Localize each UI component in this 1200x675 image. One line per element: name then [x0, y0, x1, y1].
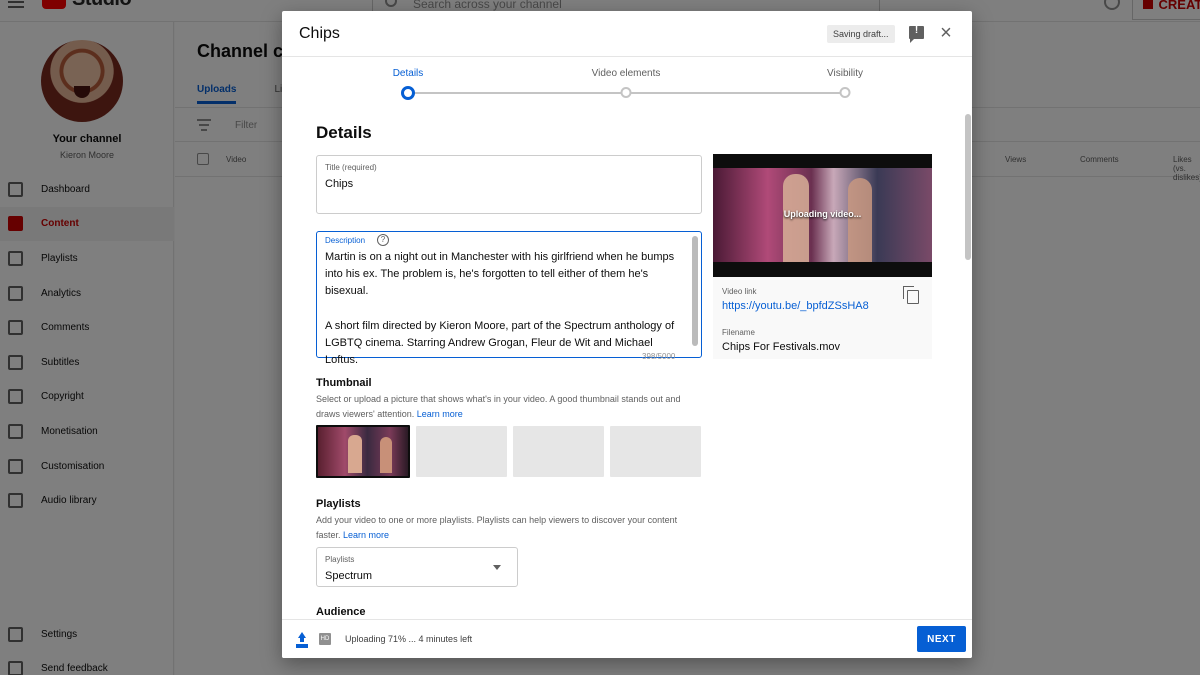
thumbnail-option-placeholder[interactable] — [513, 426, 604, 477]
thumbnail-option-placeholder[interactable] — [416, 426, 507, 477]
playlists-learn-more-link[interactable]: Learn more — [343, 530, 389, 540]
step-video-elements-label[interactable]: Video elements — [592, 68, 661, 79]
upload-status-text: Uploading 71% ... 4 minutes left — [345, 634, 473, 644]
step-details-label[interactable]: Details — [393, 68, 424, 79]
thumbnail-help-text: Select or upload a picture that shows wh… — [316, 394, 681, 419]
thumbnail-option-placeholder[interactable] — [610, 426, 701, 477]
dialog-footer: HD Uploading 71% ... 4 minutes left NEXT — [282, 619, 972, 658]
copy-icon[interactable] — [903, 286, 919, 304]
description-char-count: 398/5000 — [642, 352, 676, 361]
close-icon[interactable]: × — [937, 23, 955, 43]
thumbnail-learn-more-link[interactable]: Learn more — [417, 409, 463, 419]
filename-label: Filename — [722, 328, 755, 337]
dropdown-caret-icon — [493, 565, 501, 570]
upload-stepper: Details Video elements Visibility — [282, 58, 972, 110]
thumbnail-help: Select or upload a picture that shows wh… — [316, 392, 704, 421]
video-preview[interactable]: Uploading video... — [713, 154, 932, 277]
playlists-select-label: Playlists — [325, 555, 355, 564]
video-link-label: Video link — [722, 287, 757, 296]
description-text[interactable]: Martin is on a night out in Manchester w… — [325, 249, 685, 369]
dialog-header: Chips Saving draft... × — [282, 11, 972, 57]
dialog-title: Chips — [299, 25, 340, 42]
step-details-dot[interactable] — [401, 86, 415, 100]
thumbnail-heading: Thumbnail — [316, 377, 372, 389]
playlists-select[interactable]: Playlists Spectrum — [316, 547, 518, 587]
report-feedback-icon[interactable] — [909, 25, 924, 43]
description-scrollbar[interactable] — [692, 236, 698, 346]
step-video-elements-dot[interactable] — [620, 87, 632, 98]
uploading-overlay-text: Uploading video... — [783, 209, 862, 219]
details-heading: Details — [316, 123, 372, 142]
description-field[interactable]: Description ? Martin is on a night out i… — [316, 231, 702, 366]
step-visibility-dot[interactable] — [839, 87, 851, 98]
thumbnail-options — [316, 425, 701, 478]
hd-icon: HD — [319, 633, 331, 645]
next-button[interactable]: NEXT — [917, 626, 966, 652]
saving-status-badge: Saving draft... — [827, 25, 895, 43]
title-field[interactable]: Title (required) Chips — [316, 155, 702, 214]
title-field-label: Title (required) — [325, 163, 377, 172]
video-link[interactable]: https://youtu.be/_bpfdZSsHA8 — [722, 300, 869, 312]
playlists-help: Add your video to one or more playlists.… — [316, 513, 704, 542]
audience-heading: Audience — [316, 606, 366, 618]
upload-icon — [296, 632, 308, 646]
playlists-select-value: Spectrum — [325, 570, 373, 582]
dialog-scrollbar[interactable] — [965, 114, 971, 260]
title-field-value[interactable]: Chips — [325, 178, 353, 190]
upload-dialog: Chips Saving draft... × Details Video el… — [282, 11, 972, 658]
thumbnail-option-selected[interactable] — [316, 425, 410, 478]
playlists-heading: Playlists — [316, 498, 361, 510]
video-preview-card: Uploading video... Video link https://yo… — [713, 154, 932, 359]
step-visibility-label[interactable]: Visibility — [827, 68, 863, 79]
description-field-label: Description — [325, 236, 366, 245]
dialog-body: Details Title (required) Chips Descripti… — [282, 111, 972, 619]
filename-value: Chips For Festivals.mov — [722, 341, 840, 353]
description-help-icon[interactable]: ? — [377, 234, 389, 246]
